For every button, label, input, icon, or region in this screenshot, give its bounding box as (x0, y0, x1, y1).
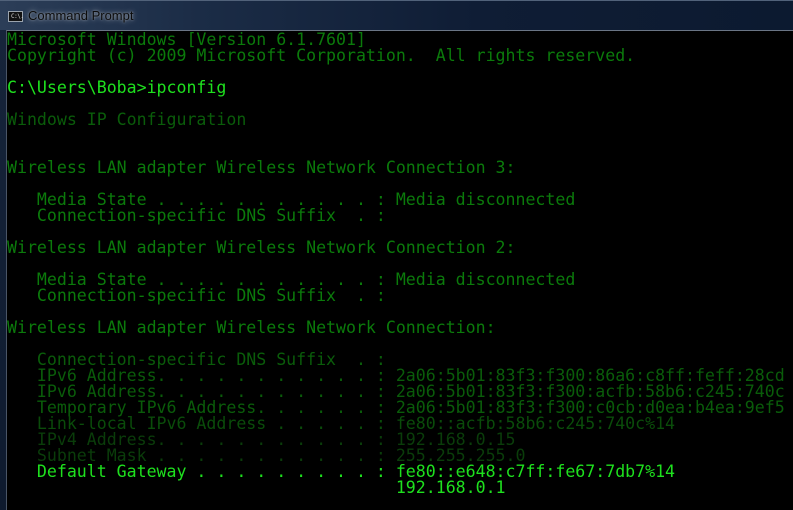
console-line: 192.168.0.1 (7, 478, 506, 497)
console-line: Windows IP Configuration (7, 110, 247, 129)
console-output[interactable]: Microsoft Windows [Version 6.1.7601] Copy… (6, 30, 793, 510)
console-line: Wireless LAN adapter Wireless Network Co… (7, 158, 516, 177)
console-icon-glyph: C:\. (11, 13, 24, 20)
console-icon: C:\. (8, 11, 24, 22)
console-line: Wireless LAN adapter Wireless Network Co… (7, 318, 496, 337)
console-line: Wireless LAN adapter Wireless Network Co… (7, 238, 516, 257)
title-bar[interactable]: C:\. Command Prompt (0, 0, 793, 30)
window-title: Command Prompt (28, 8, 134, 23)
console-line: Connection-specific DNS Suffix . : (7, 286, 386, 305)
command-prompt-window: C:\. Command Prompt Microsoft Windows [V… (0, 0, 793, 510)
console-line: Connection-specific DNS Suffix . : (7, 206, 386, 225)
console-line: C:\Users\Boba>ipconfig (7, 78, 227, 97)
console-lines: Microsoft Windows [Version 6.1.7601] Copy… (7, 31, 785, 497)
console-line: Copyright (c) 2009 Microsoft Corporation… (7, 46, 636, 65)
